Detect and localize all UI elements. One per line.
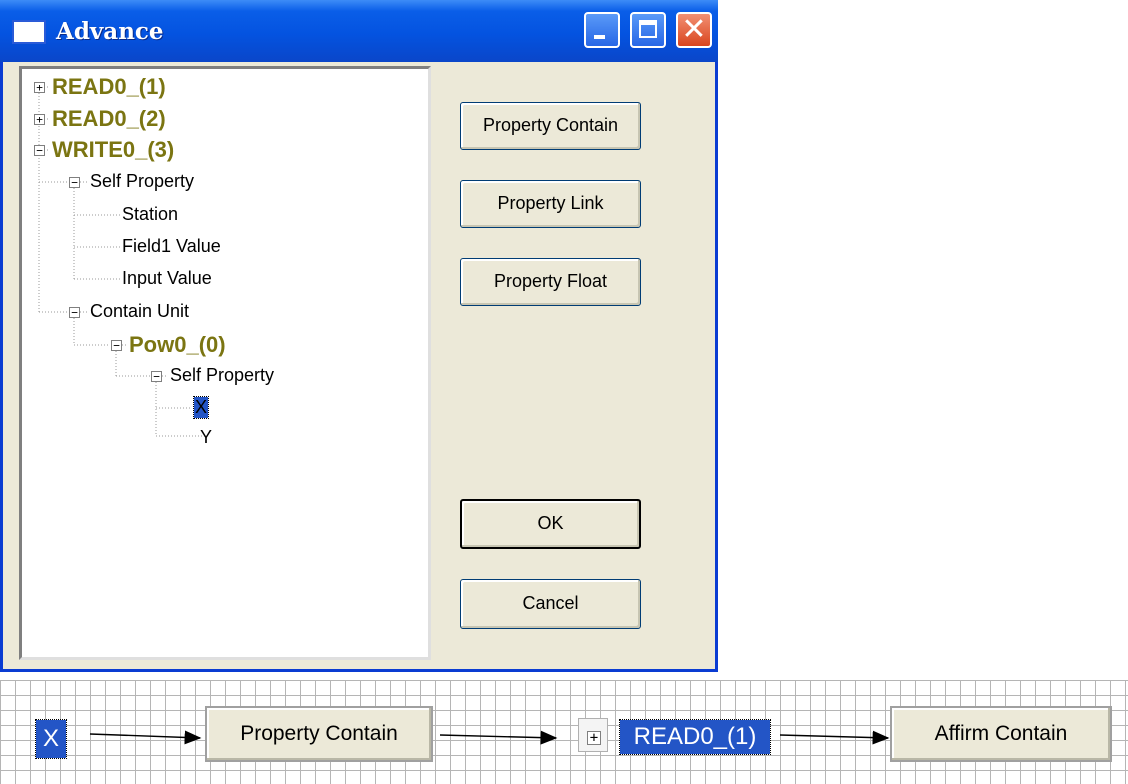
tree-item-pow0-0[interactable]: Pow0_(0) <box>129 332 226 358</box>
tree-item-read0-2[interactable]: READ0_(2) <box>52 106 166 132</box>
diagram-affirm-contain[interactable]: Affirm Contain <box>890 706 1112 762</box>
property-contain-label: Property Contain <box>482 115 619 135</box>
property-contain-button[interactable]: Property Contain <box>460 102 641 150</box>
diagram-property-contain[interactable]: Property Contain <box>205 706 433 762</box>
property-link-button[interactable]: Property Link <box>460 180 641 228</box>
expand-icon[interactable]: + <box>34 114 45 125</box>
maximize-button[interactable] <box>630 12 666 48</box>
tree-item-self-property-pow[interactable]: Self Property <box>170 365 274 386</box>
ok-label: OK <box>537 513 564 533</box>
tree-item-y[interactable]: Y <box>200 427 212 448</box>
expand-icon[interactable]: + <box>34 82 45 93</box>
close-icon: ✕ <box>681 12 707 47</box>
collapse-icon[interactable]: − <box>69 307 80 318</box>
minimize-button[interactable] <box>584 12 620 48</box>
diagram-read0-node[interactable]: READ0_(1) <box>619 719 771 755</box>
property-link-label: Property Link <box>497 193 604 213</box>
property-float-button[interactable]: Property Float <box>460 258 641 306</box>
window-title: Advance <box>56 18 164 45</box>
diagram-read-expander[interactable]: + <box>578 718 608 752</box>
window-icon <box>12 20 46 44</box>
advance-dialog: Advance ✕ + READ0_(1) + READ0_(2) − WRIT… <box>0 0 718 672</box>
property-tree[interactable]: + READ0_(1) + READ0_(2) − WRITE0_(3) − S… <box>19 66 431 660</box>
property-float-label: Property Float <box>493 271 608 291</box>
minimize-icon <box>594 35 605 39</box>
tree-item-read0-1[interactable]: READ0_(1) <box>52 74 166 100</box>
maximize-icon <box>639 20 657 38</box>
diagram-affirm-contain-label: Affirm Contain <box>934 722 1068 745</box>
collapse-icon[interactable]: − <box>69 177 80 188</box>
tree-item-x-selected[interactable]: X <box>192 396 210 419</box>
tree-item-self-property[interactable]: Self Property <box>90 171 194 192</box>
expand-icon: + <box>587 731 601 745</box>
diagram-x-node[interactable]: X <box>35 719 67 759</box>
diagram-property-contain-label: Property Contain <box>240 722 398 745</box>
close-button[interactable]: ✕ <box>676 12 712 48</box>
collapse-icon[interactable]: − <box>151 371 162 382</box>
cancel-button[interactable]: Cancel <box>460 579 641 629</box>
tree-item-write0-3[interactable]: WRITE0_(3) <box>52 137 174 163</box>
flow-diagram: X Property Contain + READ0_(1) Affirm Co… <box>0 680 1128 784</box>
tree-item-input-value[interactable]: Input Value <box>122 268 212 289</box>
tree-item-station[interactable]: Station <box>122 204 178 225</box>
collapse-icon[interactable]: − <box>111 340 122 351</box>
ok-button[interactable]: OK <box>460 499 641 549</box>
collapse-icon[interactable]: − <box>34 145 45 156</box>
tree-item-field1-value[interactable]: Field1 Value <box>122 236 221 257</box>
title-bar[interactable]: Advance ✕ <box>0 0 718 62</box>
cancel-label: Cancel <box>522 593 579 613</box>
tree-item-contain-unit[interactable]: Contain Unit <box>90 301 189 322</box>
